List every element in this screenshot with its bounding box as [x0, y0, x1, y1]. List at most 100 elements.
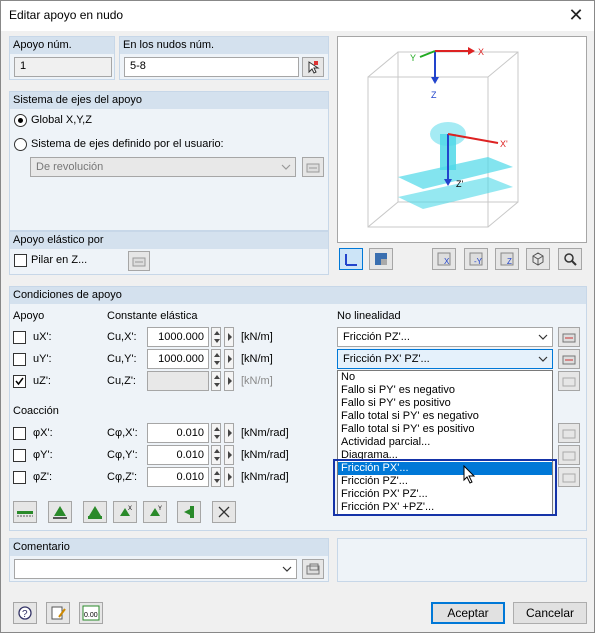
phiz-checkbox[interactable]: [13, 471, 26, 484]
svg-text:-Y: -Y: [474, 257, 483, 266]
axis-y-label: Y: [410, 53, 416, 63]
dropdown-option[interactable]: Actividad parcial...: [338, 436, 552, 449]
rot-y-edit-button[interactable]: [558, 445, 580, 465]
axis-edit-button[interactable]: [302, 157, 324, 177]
dropdown-option[interactable]: Fallo total si PY' es negativo: [338, 410, 552, 423]
nonlin-x-value: Fricción PZ'...: [343, 331, 410, 343]
close-icon[interactable]: ✕: [566, 5, 586, 25]
user-axis-radio[interactable]: [14, 138, 27, 151]
view-iso-button[interactable]: [526, 248, 550, 270]
help-button[interactable]: ?: [13, 602, 37, 624]
nodes-input[interactable]: 5-8: [124, 57, 299, 77]
phix-checkbox[interactable]: [13, 427, 26, 440]
cux-label: Cu,X':: [107, 331, 137, 343]
cphix-spinner[interactable]: [211, 423, 221, 443]
chevron-down-icon: [282, 566, 292, 572]
rot-x-edit-button[interactable]: [558, 423, 580, 443]
comment-combo[interactable]: [14, 559, 297, 579]
cuz-input[interactable]: [147, 371, 209, 391]
support-preview: Z X Y Z' X': [337, 36, 587, 243]
edit-icon: [306, 563, 320, 575]
elastic-support-label: Apoyo elástico por: [13, 234, 104, 246]
cphiz-label: Cφ,Z':: [107, 471, 138, 483]
view-axes-button[interactable]: [339, 248, 363, 270]
preset-hinged-line-button[interactable]: [13, 501, 37, 523]
cuz-spinner[interactable]: [211, 371, 221, 391]
cphiy-spinner[interactable]: [211, 445, 221, 465]
phix-label: φX':: [33, 427, 53, 439]
chevron-down-icon: [538, 356, 548, 362]
support-number-field[interactable]: 1: [14, 57, 112, 77]
preset-wall-button[interactable]: [177, 501, 201, 523]
cuz-label: Cu,Z':: [107, 375, 136, 387]
svg-text:Y: Y: [158, 506, 162, 512]
uz-checkbox[interactable]: [13, 375, 26, 388]
zero-values-text: 0.00: [84, 612, 98, 619]
column-z-label: Pilar en Z...: [31, 254, 88, 266]
nonlin-z-edit-button[interactable]: [558, 371, 580, 391]
preset-roller-y-button[interactable]: Y: [143, 501, 167, 523]
column-z-checkbox[interactable]: [14, 254, 27, 267]
cuz-arrow[interactable]: [224, 371, 234, 391]
view-render-button[interactable]: [369, 248, 393, 270]
nonlin-y-combo[interactable]: Fricción PX' PZ'...: [337, 349, 553, 369]
nonlin-x-edit-button[interactable]: [558, 327, 580, 347]
cux-input[interactable]: 1000.000: [147, 327, 209, 347]
column-edit-button[interactable]: [128, 251, 150, 271]
cphiz-spinner[interactable]: [211, 467, 221, 487]
ux-checkbox[interactable]: [13, 331, 26, 344]
support-line-icon: [17, 511, 33, 517]
title-bar: Editar apoyo en nudo ✕: [1, 1, 594, 31]
zero-values-button[interactable]: 0.00: [79, 602, 103, 624]
cuy-arrow[interactable]: [224, 349, 234, 369]
cux-spinner[interactable]: [211, 327, 221, 347]
preset-free-button[interactable]: [212, 501, 236, 523]
preset-hinged-button[interactable]: [48, 501, 72, 523]
pick-node-button[interactable]: [302, 57, 324, 77]
cphix-arrow[interactable]: [224, 423, 234, 443]
view-y-icon: -Y: [469, 252, 483, 266]
phiz-label: φZ':: [33, 471, 53, 483]
uy-checkbox[interactable]: [13, 353, 26, 366]
global-axis-radio[interactable]: [14, 114, 27, 127]
dropdown-option[interactable]: No: [338, 371, 552, 384]
cphiy-unit: [kNm/rad]: [241, 449, 289, 461]
edit-icon: [306, 163, 320, 173]
nonlin-y-edit-button[interactable]: [558, 349, 580, 369]
uz-label: uZ':: [33, 375, 51, 387]
cuy-spinner[interactable]: [211, 349, 221, 369]
cux-unit: [kN/m]: [241, 331, 273, 343]
preset-fixed-button[interactable]: [83, 501, 107, 523]
cancel-button[interactable]: Cancelar: [513, 602, 587, 624]
cuy-input[interactable]: 1000.000: [147, 349, 209, 369]
cux-arrow[interactable]: [224, 327, 234, 347]
cube-icon: [532, 252, 544, 266]
wall-support-icon: [184, 506, 194, 518]
view-x-button[interactable]: X: [432, 248, 456, 270]
user-axis-label: Sistema de ejes definido por el usuario:: [31, 138, 224, 150]
axis-system-group: Sistema de ejes del apoyo Global X,Y,Z S…: [9, 91, 329, 231]
view-y-button[interactable]: -Y: [464, 248, 488, 270]
phiy-checkbox[interactable]: [13, 449, 26, 462]
zoom-button[interactable]: [558, 248, 582, 270]
cphiy-arrow[interactable]: [224, 445, 234, 465]
cuy-label: Cu,Y':: [107, 353, 137, 365]
svg-text:Z: Z: [507, 257, 512, 266]
comment-edit-button[interactable]: [302, 559, 324, 579]
ok-button[interactable]: Aceptar: [431, 602, 505, 624]
cphiz-input[interactable]: 0.010: [147, 467, 209, 487]
rot-z-edit-button[interactable]: [558, 467, 580, 487]
dropdown-option[interactable]: Fallo si PY' es negativo: [338, 384, 552, 397]
cphiz-arrow[interactable]: [224, 467, 234, 487]
cphiy-input[interactable]: 0.010: [147, 445, 209, 465]
nonlin-x-combo[interactable]: Fricción PZ'...: [337, 327, 553, 347]
view-z-button[interactable]: Z: [495, 248, 519, 270]
edit-notes-button[interactable]: [46, 602, 70, 624]
user-axis-combo[interactable]: De revolución: [30, 157, 296, 177]
support-conditions-label: Condiciones de apoyo: [13, 289, 122, 301]
dropdown-option[interactable]: Fallo total si PY' es positivo: [338, 423, 552, 436]
cphix-input[interactable]: 0.010: [147, 423, 209, 443]
preset-roller-x-button[interactable]: X: [113, 501, 137, 523]
dropdown-option[interactable]: Fallo si PY' es positivo: [338, 397, 552, 410]
coaccion-label: Coacción: [13, 405, 59, 417]
